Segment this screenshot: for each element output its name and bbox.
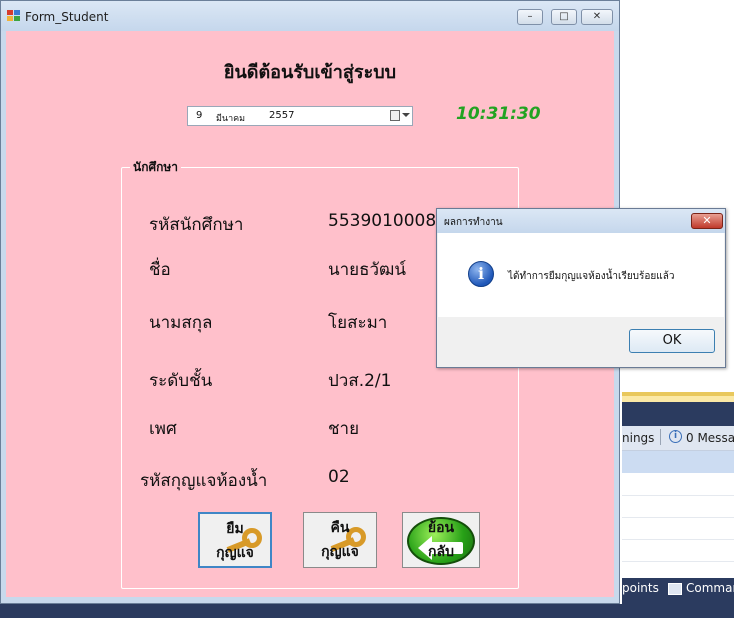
gender-label: เพศ [149,419,177,439]
minimize-button[interactable]: – [517,9,543,25]
student-id-label: รหัสนักศึกษา [149,215,244,235]
dialog-title: ผลการทำงาน [444,217,503,228]
class-level-label: ระดับชั้น [149,371,213,391]
return-key-label-line2: กุญแจ [321,544,359,560]
student-id-value: 5539010008 [328,211,437,231]
toilet-key-id-label: รหัสกุญแจห้องน้ำ [140,471,268,491]
welcome-heading: ยินดีต้อนรับเข้าสู่ระบบ [223,62,397,83]
chevron-down-icon [402,113,410,117]
info-icon: i [468,261,494,287]
dialog-close-button[interactable]: ✕ [691,213,723,229]
class-level-value: ปวส.2/1 [328,371,392,391]
date-year: 2557 [269,110,295,121]
back-label-line2: กลับ [428,544,454,560]
ide-row-divider [622,561,734,562]
calendar-icon [390,110,400,121]
borrow-key-label-line1: ยืม [226,521,244,537]
clock-label: 10:31:30 [456,104,541,124]
dialog-titlebar[interactable]: ผลการทำงาน ✕ [437,209,725,233]
date-month: มีนาคม [216,114,246,124]
window-title: Form_Student [25,10,109,24]
ide-row-divider [622,495,734,496]
ide-breakpoints-tab[interactable]: points [622,581,659,595]
ide-selected-row [622,451,734,473]
first-name-value: นายธวัฒน์ [328,260,407,280]
ide-bottom-tabs: points Comman [622,578,734,618]
app-icon [7,10,21,22]
date-picker[interactable]: 9 มีนาคม 2557 [187,106,413,126]
ide-tab-divider [660,429,661,445]
ide-command-tab[interactable]: Comman [686,581,734,595]
dialog-message: ได้ทำการยืมกุญแจห้องน้ำเรียบร้อยแล้ว [508,271,675,282]
info-icon: i [669,430,682,443]
ok-button[interactable]: OK [629,329,715,353]
taskbar-strip [0,604,622,618]
gender-value: ชาย [328,419,360,439]
first-name-label: ชื่อ [149,260,171,280]
maximize-button[interactable]: □ [551,9,577,25]
last-name-label: นามสกุล [149,313,213,333]
return-key-label-line1: คืน [330,520,350,536]
date-dropdown-button[interactable] [388,109,410,123]
command-window-icon [668,583,682,595]
dialog-body: i ได้ทำการยืมกุญแจห้องน้ำเรียบร้อยแล้ว [438,233,724,317]
ide-panel-header [622,402,734,426]
back-label-line1: ย้อน [427,520,455,536]
last-name-value: โยสะมา [328,313,388,333]
return-key-button[interactable]: คืน กุญแจ [303,512,377,568]
back-button[interactable]: ย้อน กลับ [402,512,480,568]
borrow-key-button[interactable]: ยืม กุญแจ [198,512,272,568]
ide-warnings-tab[interactable]: nings [622,431,654,445]
borrow-key-label-line2: กุญแจ [216,545,254,561]
window-titlebar[interactable]: Form_Student – □ ✕ [1,1,619,31]
toilet-key-id-value: 02 [328,467,350,487]
ide-row-divider [622,517,734,518]
ide-row-divider [622,539,734,540]
student-group-title: นักศึกษา [130,158,181,177]
ide-error-list-tabs: nings i 0 Messag [622,426,734,451]
result-dialog: ผลการทำงาน ✕ i ได้ทำการยืมกุญแจห้องน้ำเร… [436,208,726,368]
date-day: 9 [196,110,203,121]
close-button[interactable]: ✕ [581,9,613,25]
ide-messages-tab[interactable]: 0 Messag [686,431,734,445]
